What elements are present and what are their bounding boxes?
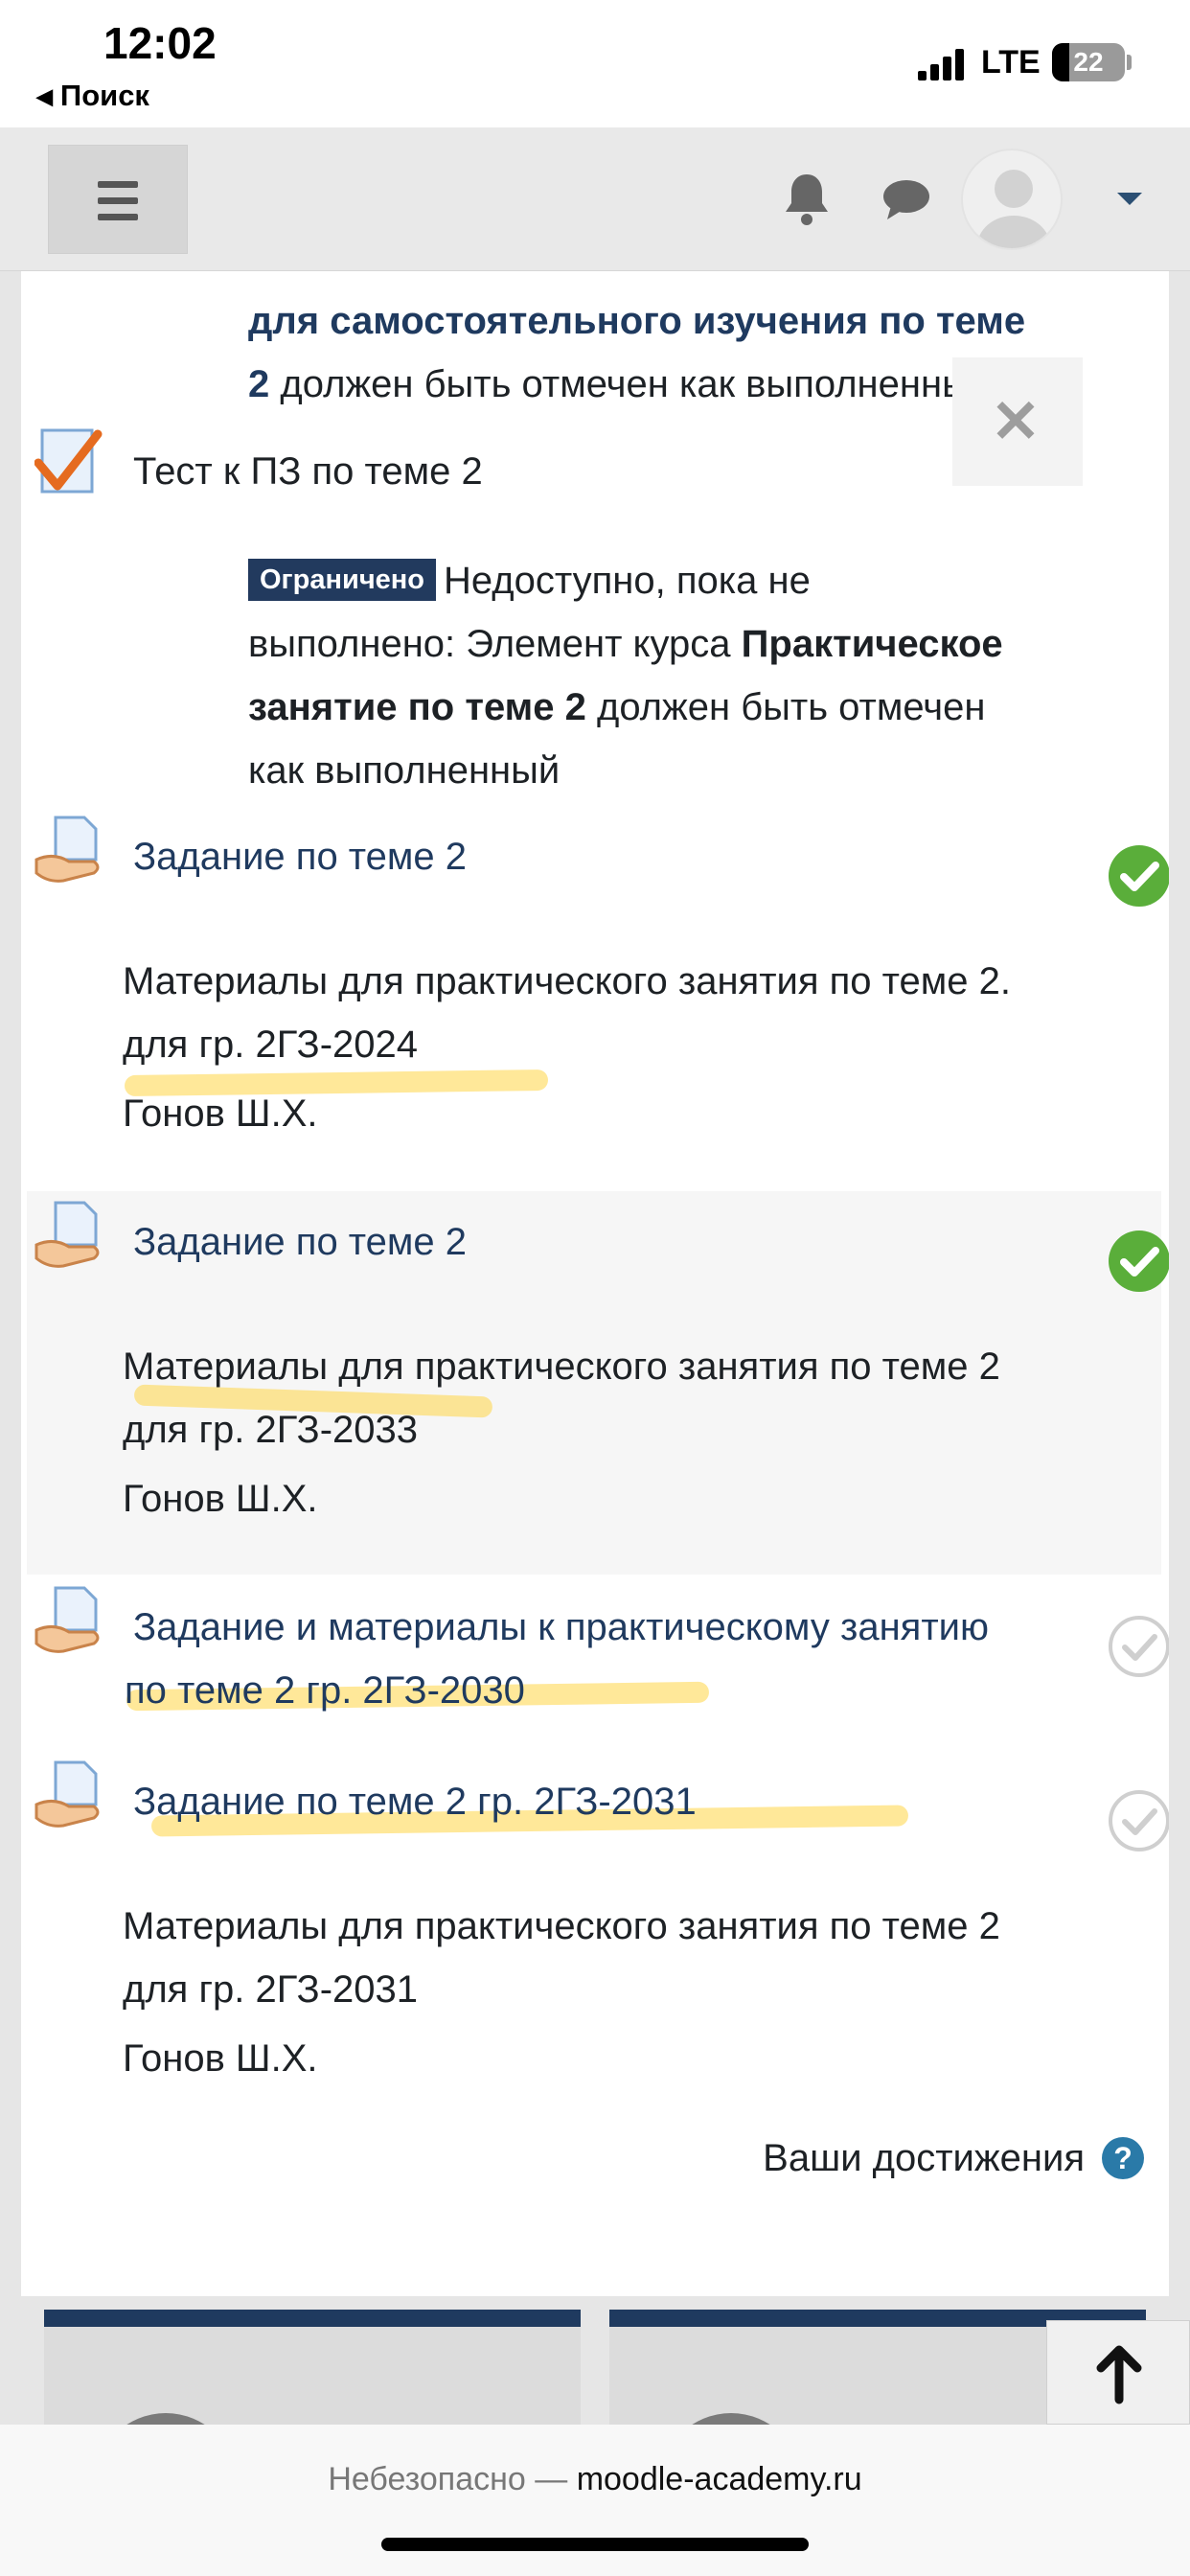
help-icon[interactable]: ? [1102, 2137, 1144, 2179]
site-navbar [0, 127, 1190, 271]
network-type: LTE [981, 44, 1041, 80]
assignment-icon [34, 1586, 100, 1653]
arrow-up-icon [1096, 2345, 1142, 2404]
activity-link[interactable]: Задание по теме 2 гр. 2ГЗ-2031 [133, 1770, 697, 1833]
bell-icon[interactable] [782, 171, 832, 228]
activity-description: Материалы для практического занятия по т… [123, 1335, 1167, 1461]
course-card[interactable] [44, 2310, 581, 2425]
restriction-line1: Недоступно, пока не [444, 560, 811, 602]
restriction-line2: выполнено: Элемент курса [248, 623, 742, 665]
completion-empty-check-icon[interactable] [1108, 1789, 1169, 1852]
completion-check-icon[interactable] [1108, 1230, 1169, 1293]
battery-tip [1127, 55, 1132, 70]
course-section-content: для самостоятельного изучения по теме 2 … [21, 271, 1169, 2296]
restriction-tail: должен быть отмечен как выполненный [269, 363, 992, 405]
battery-icon: 22 [1052, 43, 1125, 81]
completion-empty-check-icon[interactable] [1108, 1615, 1169, 1678]
activity-author: Гонов Ш.Х. [123, 1478, 318, 1520]
browser-address-bar[interactable]: Небезопасно — moodle-academy.ru [0, 2425, 1190, 2576]
activity-author: Гонов Ш.Х. [123, 2037, 318, 2080]
domain-label: moodle-academy.ru [576, 2461, 862, 2497]
battery-level: 22 [1073, 47, 1104, 77]
url-display[interactable]: Небезопасно — moodle-academy.ru [0, 2461, 1190, 2498]
activity-description: Материалы для практического занятия по т… [123, 950, 1167, 1076]
description-line1: Материалы для практического занятия по т… [123, 960, 1011, 1002]
activity-link[interactable]: Задание по теме 2 [133, 825, 467, 888]
ios-status-bar: 12:02 ◀ Поиск LTE 22 [0, 0, 1190, 127]
description-line2: для гр. 2ГЗ-2024 [123, 1024, 419, 1066]
close-icon: ✕ [991, 389, 1041, 455]
restriction-link-text-end[interactable]: 2 [248, 363, 269, 405]
back-to-search-button[interactable]: ◀ Поиск [36, 79, 149, 113]
assignment-icon [34, 816, 100, 883]
cellular-signal-icon [918, 48, 966, 80]
completion-check-icon[interactable] [1108, 844, 1169, 908]
hamburger-menu-button[interactable] [48, 145, 188, 254]
achievements-label: Ваши достижения [763, 2137, 1085, 2179]
activity-title-line1[interactable]: Задание и материалы к практическому заня… [133, 1606, 989, 1648]
progress-chart-icon [94, 2413, 238, 2425]
achievements-footer: Ваши достижения? [763, 2127, 1144, 2190]
description-line2: для гр. 2ГЗ-2033 [123, 1409, 419, 1451]
assignment-icon [34, 1201, 100, 1268]
user-avatar-icon[interactable] [961, 149, 1063, 250]
restriction-activity-name-cont: занятие по теме 2 [248, 686, 586, 728]
description-line1: Материалы для практического занятия по т… [123, 1346, 1000, 1388]
quiz-title[interactable]: Тест к ПЗ по теме 2 [133, 440, 483, 503]
assignment-icon [34, 1760, 100, 1828]
insecure-label: Небезопасно — [328, 2461, 577, 2497]
scroll-to-top-button[interactable] [1046, 2320, 1190, 2425]
restricted-badge: Ограничено [248, 559, 437, 601]
progress-chart-icon [659, 2413, 803, 2425]
activity-link[interactable]: Задание по теме 2 [133, 1210, 467, 1274]
activity-author: Гонов Ш.Х. [123, 1092, 318, 1135]
restriction-activity-name: Практическое [741, 623, 1003, 665]
course-cards-row [0, 2296, 1190, 2425]
quiz-icon [34, 428, 103, 494]
restriction-line3: должен быть отмечен [585, 686, 986, 728]
user-menu-caret-icon[interactable] [1117, 193, 1142, 205]
description-line2: для гр. 2ГЗ-2031 [123, 1968, 419, 2011]
clock: 12:02 [103, 18, 217, 68]
quiz-restriction: Ограничено Недоступно, пока не выполнено:… [248, 549, 1168, 802]
activity-title-line2[interactable]: по теме 2 гр. 2ГЗ-2030 [125, 1669, 525, 1712]
back-label: Поиск [59, 79, 149, 112]
restriction-link-text[interactable]: для самостоятельного изучения по теме [248, 300, 1025, 342]
completion-blocked-box: ✕ [952, 357, 1083, 486]
home-indicator[interactable] [381, 2538, 809, 2551]
chat-bubble-icon[interactable] [881, 175, 931, 225]
activity-description: Материалы для практического занятия по т… [123, 1895, 1167, 2021]
back-triangle-icon: ◀ [36, 84, 53, 108]
activity-link[interactable]: Задание и материалы к практическому заня… [125, 1596, 1140, 1722]
description-line1: Материалы для практического занятия по т… [123, 1905, 1000, 1947]
restriction-line4: как выполненный [248, 749, 561, 792]
